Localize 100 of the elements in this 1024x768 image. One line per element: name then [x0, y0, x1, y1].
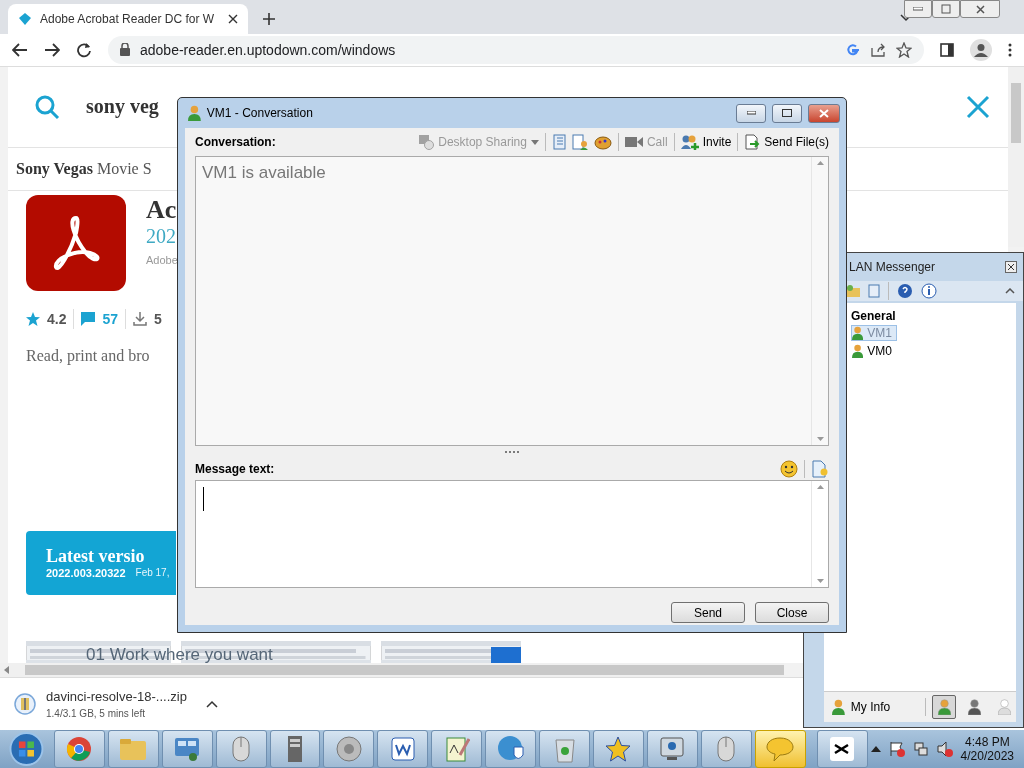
collapse-icon[interactable]: [1005, 288, 1015, 294]
restore-button[interactable]: [932, 0, 960, 18]
contact-item[interactable]: VM0: [851, 343, 897, 359]
tab-title: Adobe Acrobat Reader DC for W: [40, 11, 216, 26]
minimize-icon: [746, 111, 756, 115]
info-icon[interactable]: [921, 283, 937, 299]
window-title: LAN Messenger: [849, 260, 937, 274]
monitor-icon: [659, 736, 686, 762]
file-send-icon: [744, 134, 761, 150]
notebook-icon[interactable]: [868, 284, 880, 298]
palette-icon[interactable]: [593, 134, 612, 150]
back-icon[interactable]: [12, 42, 28, 57]
search-icon[interactable]: [34, 93, 60, 120]
browser-tab[interactable]: Adobe Acrobat Reader DC for W: [8, 3, 248, 34]
shield-icon: [496, 735, 525, 763]
close-button[interactable]: [808, 103, 840, 123]
smiley-icon[interactable]: [780, 460, 798, 478]
control-panel-icon: [173, 736, 202, 762]
folder-icon[interactable]: [846, 284, 860, 298]
close-icon[interactable]: [1005, 261, 1017, 273]
contact-icon: [188, 105, 201, 121]
mouse-icon: [230, 735, 253, 763]
add-people-icon: [680, 134, 699, 150]
reload-icon[interactable]: [76, 41, 92, 58]
help-icon[interactable]: [897, 283, 913, 299]
notepad-icon: [443, 735, 470, 763]
clock[interactable]: 4:48 PM 4/20/2023: [960, 735, 1014, 763]
banner-title: Latest versio: [46, 546, 146, 568]
my-info-label[interactable]: My Info: [850, 700, 919, 714]
document-settings-icon[interactable]: [811, 460, 829, 478]
app-description: Read, print and bro: [26, 346, 150, 365]
window-title: VM1 - Conversation: [206, 106, 314, 120]
app-version: 202: [146, 224, 176, 248]
zip-file-icon: [14, 692, 36, 715]
chevron-up-icon[interactable]: [870, 746, 881, 752]
url-text: adobe-reader.en.uptodown.com/windows: [140, 41, 397, 58]
forward-icon[interactable]: [44, 42, 60, 57]
restore-icon: [941, 4, 951, 14]
scroll-up-icon[interactable]: [816, 485, 824, 489]
status-button[interactable]: [932, 695, 956, 719]
flag-icon[interactable]: [888, 741, 905, 757]
send-button[interactable]: Send: [671, 602, 745, 623]
star-icon: [605, 736, 632, 762]
folder-icon: [119, 737, 148, 761]
network-icon[interactable]: [912, 741, 929, 757]
download-filename[interactable]: davinci-resolve-18-....zip: [46, 688, 196, 704]
app-title: Ac: [146, 194, 177, 225]
caret-icon: [530, 139, 539, 145]
release-date: Feb 17,: [135, 567, 170, 580]
chevron-down-icon[interactable]: [900, 14, 912, 22]
download-count: 5: [154, 310, 162, 327]
download-icon: [133, 311, 148, 326]
search-suggestion[interactable]: Sony Vegas Movie S: [16, 159, 152, 178]
new-tab-icon[interactable]: [262, 11, 276, 26]
person-icon: [937, 699, 951, 715]
scroll-up-icon[interactable]: [816, 161, 824, 165]
address-bar[interactable]: adobe-reader.en.uptodown.com/windows: [108, 35, 924, 64]
conversation-label: Conversation:: [195, 135, 277, 149]
maximize-icon: [782, 109, 792, 117]
status-message: VM1 is available: [201, 162, 327, 184]
message-label: Message text:: [195, 462, 276, 476]
capcut-icon: [829, 736, 856, 762]
close-icon: [819, 108, 829, 118]
lock-icon: [120, 43, 130, 57]
close-icon: [975, 4, 985, 14]
maximize-button[interactable]: [772, 103, 802, 123]
splitter-handle-icon[interactable]: [505, 450, 519, 454]
close-button[interactable]: Close: [755, 602, 829, 623]
close-button[interactable]: [960, 0, 1000, 18]
scroll-down-icon[interactable]: [816, 437, 824, 441]
send-files-button[interactable]: Send File(s): [744, 134, 829, 150]
taskbar-button[interactable]: [816, 730, 868, 768]
profile-icon[interactable]: [970, 38, 992, 61]
speaker-icon[interactable]: [936, 741, 953, 757]
scroll-left-icon[interactable]: [3, 665, 11, 674]
side-panel-icon[interactable]: [940, 42, 954, 57]
chevron-up-icon[interactable]: [206, 699, 218, 708]
google-icon[interactable]: [846, 42, 860, 57]
taskbar-button[interactable]: [377, 730, 429, 768]
contact-icon: [852, 326, 864, 340]
close-icon[interactable]: [228, 13, 238, 24]
message-input[interactable]: [195, 480, 829, 588]
share-icon[interactable]: [870, 42, 886, 57]
app-publisher: Adobe: [146, 253, 178, 266]
rating-value: 4.2: [47, 310, 67, 327]
contact-info-icon[interactable]: [571, 134, 588, 150]
star-icon[interactable]: [896, 41, 912, 58]
scroll-down-icon[interactable]: [816, 579, 824, 583]
menu-icon[interactable]: [1008, 42, 1012, 57]
speaker-icon: [334, 735, 363, 763]
contact-icon: [832, 699, 845, 715]
search-field[interactable]: sony veg: [86, 95, 159, 119]
contact-icon: [852, 344, 864, 358]
video-camera-icon: [624, 136, 643, 148]
document-icon: [389, 736, 416, 762]
group-header[interactable]: General: [851, 309, 1016, 323]
chrome-icon: [66, 736, 93, 762]
minimize-button[interactable]: [736, 103, 766, 123]
invite-button[interactable]: Invite: [680, 134, 732, 150]
preview-heading: 01 Work where you want: [86, 644, 273, 663]
